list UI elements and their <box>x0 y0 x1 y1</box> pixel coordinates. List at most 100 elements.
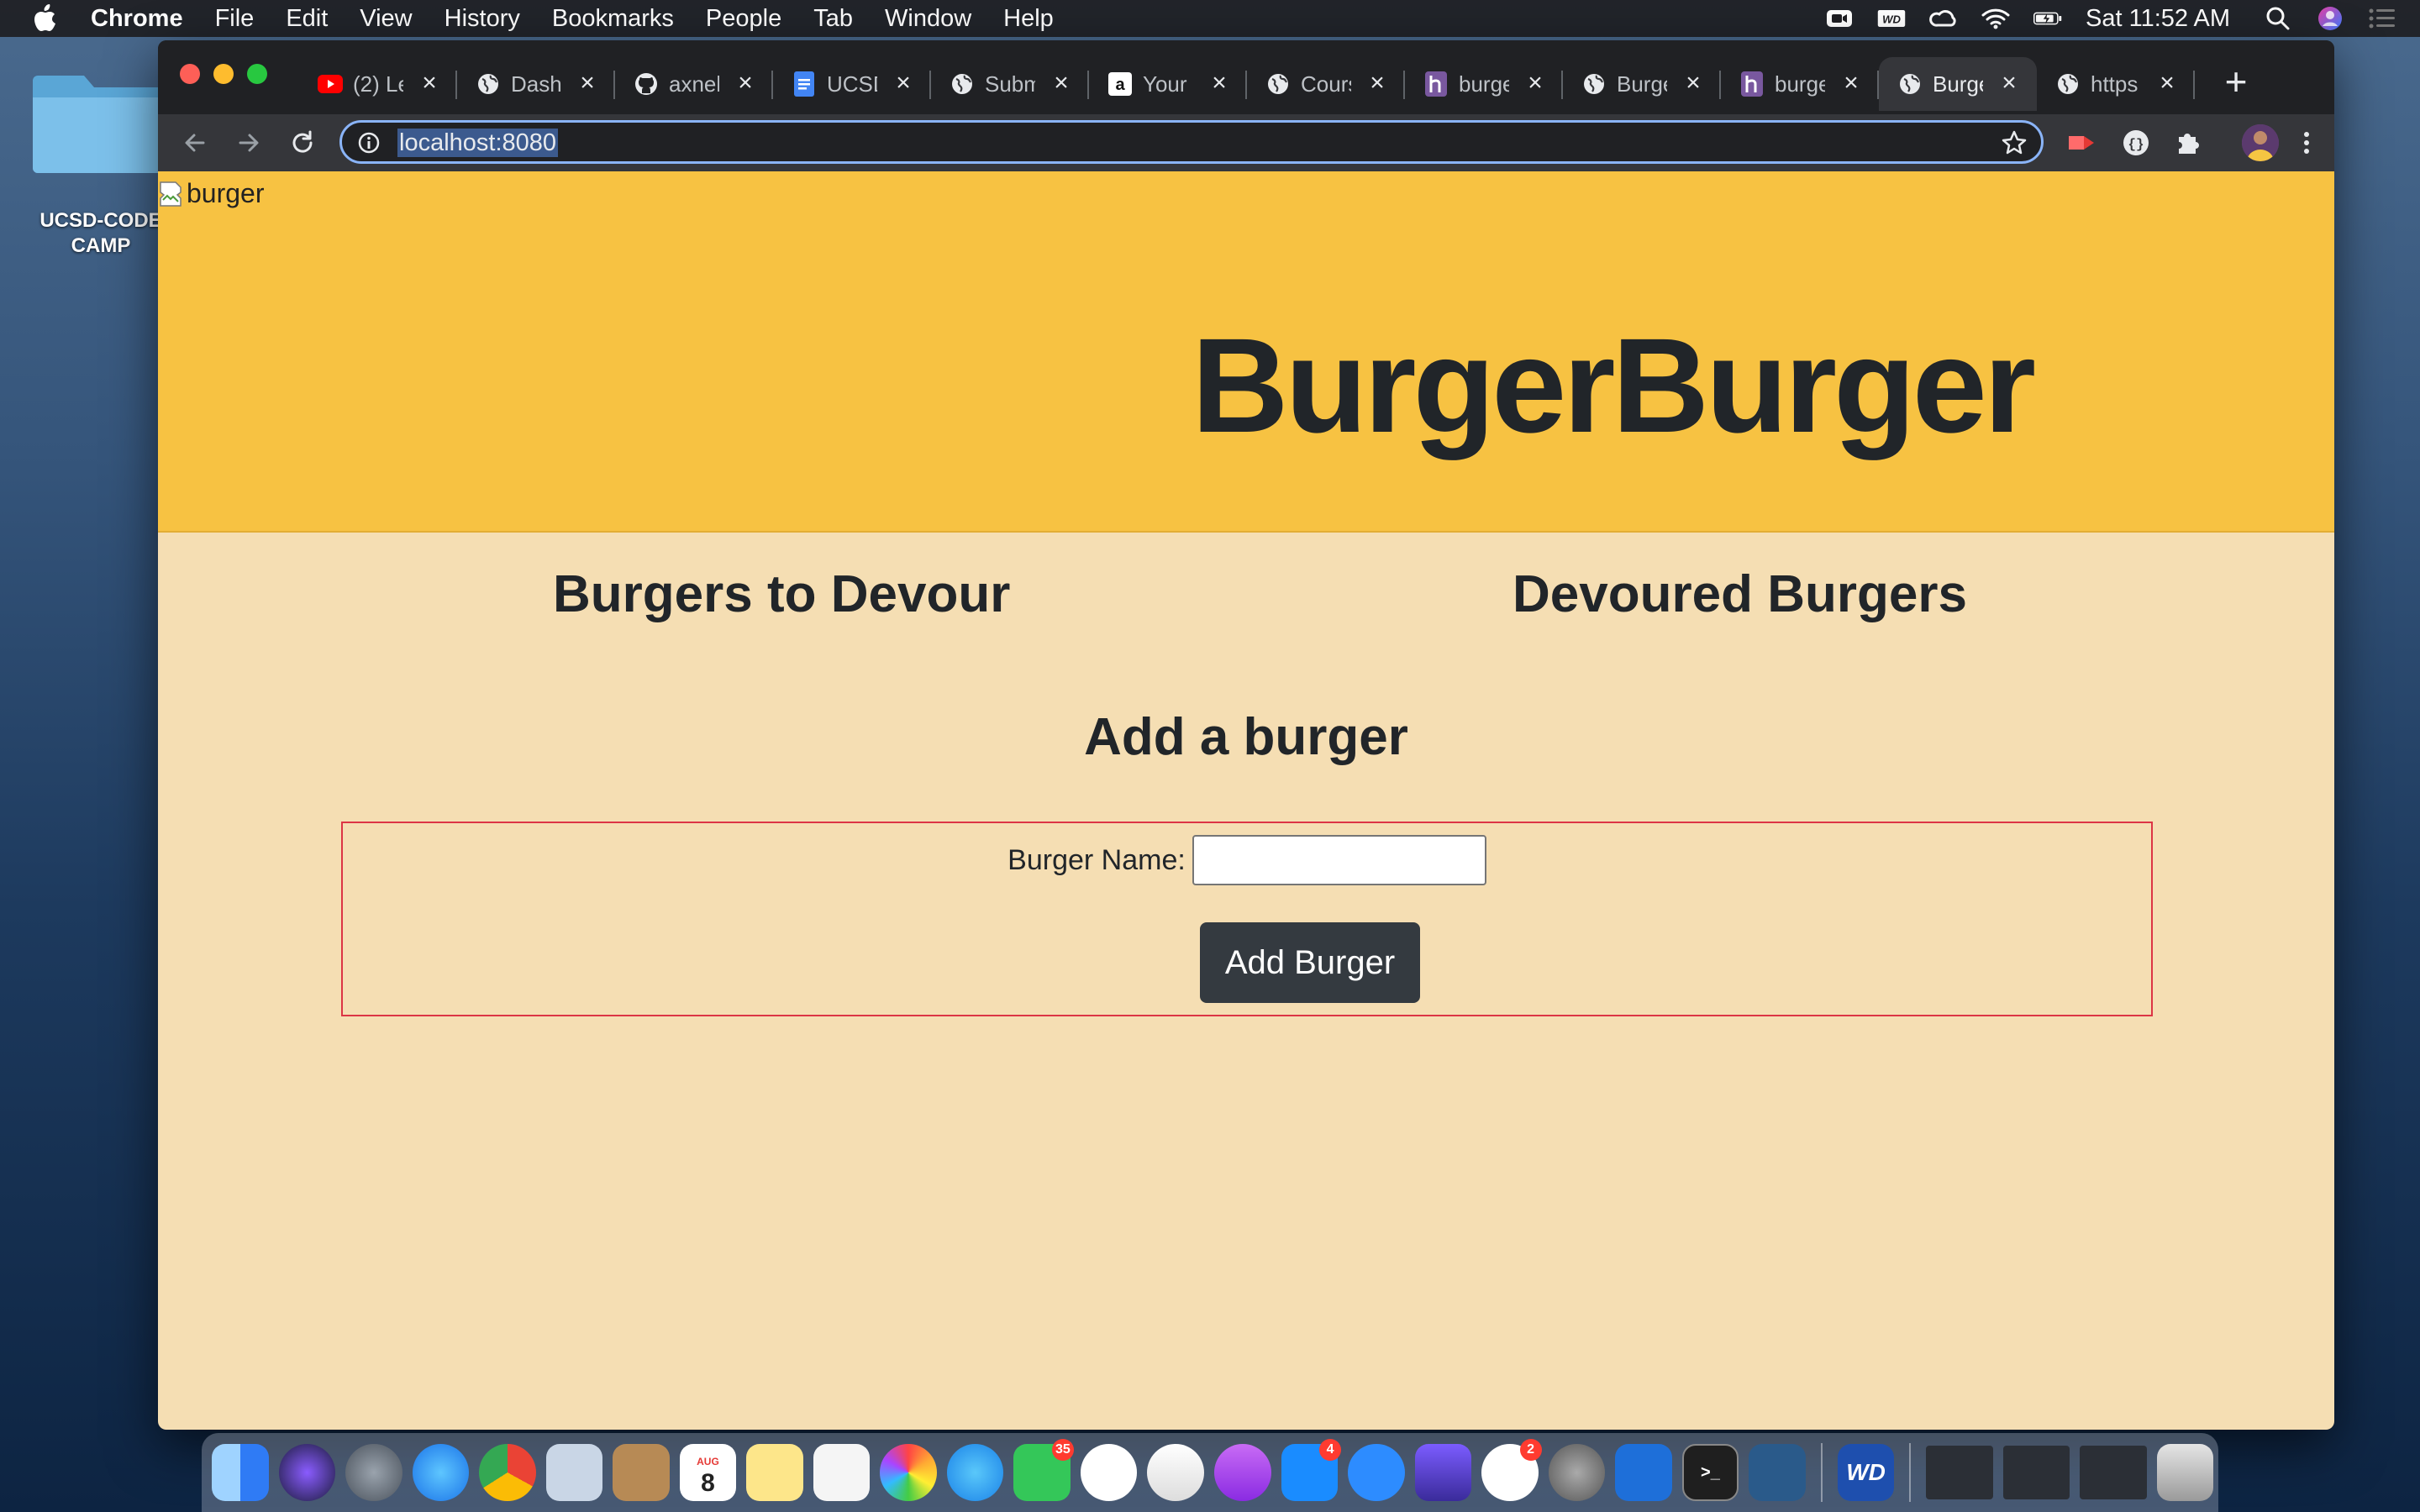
app-store-icon[interactable]: 4 <box>1281 1439 1342 1501</box>
reload-button[interactable] <box>282 123 323 163</box>
tab-close-icon[interactable]: × <box>1049 71 1074 96</box>
system-preferences-icon[interactable] <box>1548 1444 1606 1501</box>
facetime-icon[interactable]: 35 <box>1013 1439 1074 1501</box>
zoom-icon[interactable] <box>1825 6 1854 31</box>
messages-icon[interactable] <box>946 1444 1004 1501</box>
tab-close-icon[interactable]: × <box>1207 71 1232 96</box>
tab-title: burge <box>1459 71 1509 97</box>
minimized-window-thumbnail[interactable] <box>1926 1446 1993 1499</box>
menu-history[interactable]: History <box>445 5 520 33</box>
contacts-icon[interactable] <box>613 1444 670 1501</box>
tab-close-icon[interactable]: × <box>733 71 758 96</box>
menu-bookmarks[interactable]: Bookmarks <box>552 5 674 33</box>
slack-icon[interactable]: 2 <box>1481 1439 1542 1501</box>
profile-avatar[interactable] <box>2242 124 2279 161</box>
photos-icon[interactable] <box>880 1444 937 1501</box>
browser-tab[interactable]: UCSD × <box>773 57 931 111</box>
vscode-icon[interactable] <box>1615 1444 1672 1501</box>
tab-close-icon[interactable]: × <box>2154 71 2180 96</box>
menu-tab[interactable]: Tab <box>813 5 853 33</box>
trash-icon[interactable] <box>2156 1444 2214 1501</box>
tab-close-icon[interactable]: × <box>1365 71 1390 96</box>
spotlight-icon[interactable] <box>2264 6 2292 31</box>
zoom-dock-icon[interactable] <box>1348 1444 1405 1501</box>
info-icon[interactable] <box>357 131 381 155</box>
browser-tab[interactable]: burge × <box>1721 57 1879 111</box>
terminal-icon[interactable]: >_ <box>1681 1444 1739 1501</box>
chrome-menu-icon[interactable] <box>2294 124 2319 161</box>
menubar-status-area: WD Sat 11:52 AM <box>1825 0 2420 37</box>
imovie-icon[interactable] <box>1414 1444 1472 1501</box>
tab-close-icon[interactable]: × <box>1996 71 2022 96</box>
launchpad-icon[interactable] <box>345 1444 402 1501</box>
browser-tab[interactable]: Subm × <box>931 57 1089 111</box>
mail-icon[interactable] <box>545 1444 603 1501</box>
browser-tab[interactable]: Burge × <box>1563 57 1721 111</box>
chrome-dock-icon[interactable] <box>479 1444 536 1501</box>
window-zoom-button[interactable] <box>247 64 267 84</box>
mysql-workbench-icon[interactable] <box>1749 1444 1806 1501</box>
json-viewer-extension-icon[interactable]: {} <box>2119 126 2153 160</box>
wd-dock-icon[interactable]: WD <box>1837 1444 1895 1501</box>
globe-icon <box>476 71 501 97</box>
tab-close-icon[interactable]: × <box>575 71 600 96</box>
menu-file[interactable]: File <box>215 5 255 33</box>
wd-icon[interactable]: WD <box>1877 6 1906 31</box>
tab-close-icon[interactable]: × <box>1681 71 1706 96</box>
browser-tab[interactable]: Burge × <box>1879 57 2037 111</box>
safari-icon[interactable] <box>412 1444 470 1501</box>
tab-close-icon[interactable]: × <box>891 71 916 96</box>
forward-button[interactable] <box>229 123 269 163</box>
battery-icon[interactable] <box>2033 6 2062 31</box>
wifi-icon[interactable] <box>1981 6 2010 31</box>
burger-name-row: Burger Name: <box>343 835 2151 885</box>
tab-close-icon[interactable]: × <box>1523 71 1548 96</box>
menubar-clock[interactable]: Sat 11:52 AM <box>2086 5 2230 33</box>
menu-help[interactable]: Help <box>1003 5 1054 33</box>
reminders-icon[interactable] <box>813 1444 871 1501</box>
browser-tab[interactable]: (2) Le × <box>299 57 457 111</box>
finder-icon[interactable] <box>212 1444 269 1501</box>
notification-center-icon[interactable] <box>2368 6 2396 31</box>
siri-icon[interactable] <box>2316 6 2344 31</box>
minimized-window-thumbnail[interactable] <box>2080 1446 2147 1499</box>
apple-menu-icon[interactable] <box>32 4 66 33</box>
address-bar-url[interactable]: localhost:8080 <box>397 129 559 157</box>
menu-edit[interactable]: Edit <box>286 5 328 33</box>
burger-name-input[interactable] <box>1192 835 1486 885</box>
music-icon[interactable] <box>1147 1444 1204 1501</box>
screencastify-extension-icon[interactable] <box>2065 126 2099 160</box>
siri-dock-icon[interactable] <box>278 1444 336 1501</box>
calendar-icon[interactable]: AUG 8 <box>679 1444 737 1501</box>
add-burger-button[interactable]: Add Burger <box>1200 922 1420 1003</box>
browser-tab[interactable]: Dashb × <box>457 57 615 111</box>
tab-close-icon[interactable]: × <box>417 71 442 96</box>
burger-name-label: Burger Name: <box>1007 843 1186 876</box>
back-button[interactable] <box>175 123 215 163</box>
bookmark-star-icon[interactable] <box>2001 129 2028 156</box>
minimized-window-thumbnail[interactable] <box>2002 1446 2070 1499</box>
menu-people[interactable]: People <box>706 5 781 33</box>
menu-view[interactable]: View <box>360 5 412 33</box>
news-icon[interactable] <box>1080 1444 1138 1501</box>
browser-tab[interactable]: a Your × <box>1089 57 1247 111</box>
notes-icon[interactable] <box>746 1444 803 1501</box>
browser-tab[interactable]: Cours × <box>1247 57 1405 111</box>
browser-tab[interactable]: burge × <box>1405 57 1563 111</box>
window-minimize-button[interactable] <box>213 64 234 84</box>
podcasts-icon[interactable] <box>1213 1444 1271 1501</box>
menu-app-chrome[interactable]: Chrome <box>91 5 183 33</box>
svg-text:a: a <box>1115 76 1125 94</box>
window-close-button[interactable] <box>180 64 200 84</box>
menu-window[interactable]: Window <box>885 5 971 33</box>
address-bar[interactable]: localhost:8080 <box>339 120 2044 164</box>
extensions-puzzle-icon[interactable] <box>2171 126 2205 160</box>
creative-cloud-icon[interactable] <box>1929 6 1958 31</box>
tab-title: Your <box>1143 71 1187 97</box>
tab-title: Burge <box>1617 71 1667 97</box>
slack-badge: 2 <box>1519 1439 1542 1461</box>
new-tab-button[interactable]: + <box>2215 60 2257 102</box>
browser-tab[interactable]: axnel × <box>615 57 773 111</box>
browser-tab[interactable]: https × <box>2037 57 2195 111</box>
tab-close-icon[interactable]: × <box>1839 71 1864 96</box>
